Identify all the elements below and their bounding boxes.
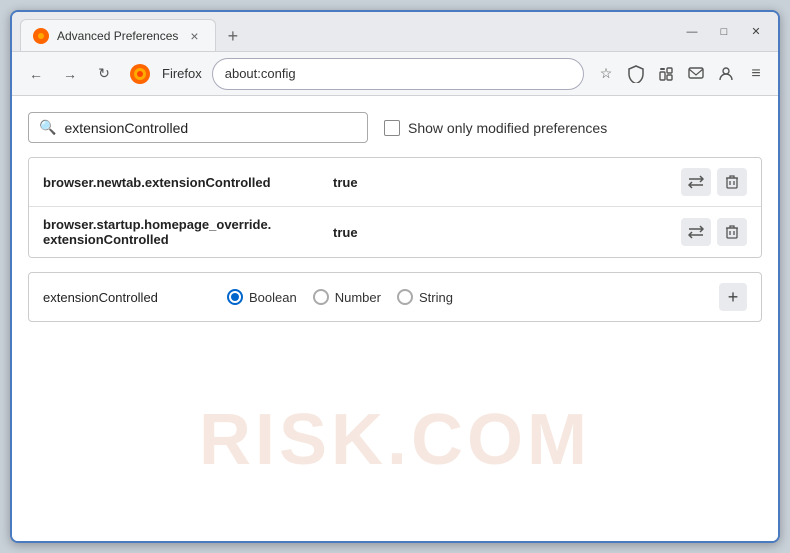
menu-icon[interactable]: ≡ [744, 62, 768, 86]
add-plus-button[interactable]: + [719, 283, 747, 311]
row-actions-2 [681, 218, 747, 246]
radio-number[interactable]: Number [313, 289, 381, 305]
nav-icons: ☆ ≡ [594, 62, 768, 86]
search-row: 🔍 Show only modified preferences [28, 112, 762, 143]
row-actions-1 [681, 168, 747, 196]
navigation-bar: ← → ↻ Firefox about:config ☆ [12, 52, 778, 96]
radio-string-circle[interactable] [397, 289, 413, 305]
browser-window: Advanced Preferences × + — □ ✕ ← → ↻ [10, 10, 780, 543]
pref-name-2: browser.startup.homepage_override. exten… [43, 217, 323, 247]
back-button[interactable]: ← [22, 60, 50, 88]
tab-favicon [33, 28, 49, 44]
refresh-icon: ↻ [98, 65, 110, 82]
firefox-label: Firefox [162, 66, 202, 81]
add-pref-name: extensionControlled [43, 290, 213, 305]
search-box: 🔍 [28, 112, 368, 143]
radio-number-circle[interactable] [313, 289, 329, 305]
tab-area: Advanced Preferences × + [20, 12, 678, 51]
profile-icon[interactable] [714, 62, 738, 86]
page-content: RISK.COM 🔍 Show only modified preference… [12, 96, 778, 541]
tab-close-button[interactable]: × [186, 27, 202, 45]
radio-boolean[interactable]: Boolean [227, 289, 297, 305]
active-tab[interactable]: Advanced Preferences × [20, 19, 216, 51]
add-row: extensionControlled Boolean Number Strin… [28, 272, 762, 322]
pref-value-2: true [333, 225, 671, 240]
watermark: RISK.COM [199, 399, 591, 481]
refresh-button[interactable]: ↻ [90, 60, 118, 88]
address-text: about:config [225, 66, 571, 81]
forward-icon: → [63, 66, 77, 82]
pref-value-1: true [333, 175, 671, 190]
tab-title: Advanced Preferences [57, 29, 178, 43]
firefox-logo [128, 62, 152, 86]
delete-button-1[interactable] [717, 168, 747, 196]
swap-button-1[interactable] [681, 168, 711, 196]
minimize-button[interactable]: — [678, 20, 706, 44]
new-tab-button[interactable]: + [220, 22, 247, 51]
search-input[interactable] [64, 120, 357, 136]
message-icon[interactable] [684, 62, 708, 86]
back-icon: ← [29, 66, 43, 82]
search-icon: 🔍 [39, 119, 56, 136]
radio-boolean-circle[interactable] [227, 289, 243, 305]
window-controls: — □ ✕ [678, 20, 770, 44]
pref-name-1: browser.newtab.extensionControlled [43, 175, 323, 190]
bookmark-icon[interactable]: ☆ [594, 62, 618, 86]
address-bar[interactable]: about:config [212, 58, 584, 90]
maximize-button[interactable]: □ [710, 20, 738, 44]
close-button[interactable]: ✕ [742, 20, 770, 44]
shield-icon[interactable] [624, 62, 648, 86]
table-row: browser.startup.homepage_override. exten… [29, 207, 761, 257]
radio-string[interactable]: String [397, 289, 453, 305]
delete-button-2[interactable] [717, 218, 747, 246]
show-modified-checkbox[interactable] [384, 120, 400, 136]
title-bar: Advanced Preferences × + — □ ✕ [12, 12, 778, 52]
results-table: browser.newtab.extensionControlled true … [28, 157, 762, 258]
radio-group: Boolean Number String [227, 289, 705, 305]
extension-icon[interactable] [654, 62, 678, 86]
forward-button[interactable]: → [56, 60, 84, 88]
swap-button-2[interactable] [681, 218, 711, 246]
table-row: browser.newtab.extensionControlled true [29, 158, 761, 207]
show-modified-label[interactable]: Show only modified preferences [384, 120, 607, 136]
